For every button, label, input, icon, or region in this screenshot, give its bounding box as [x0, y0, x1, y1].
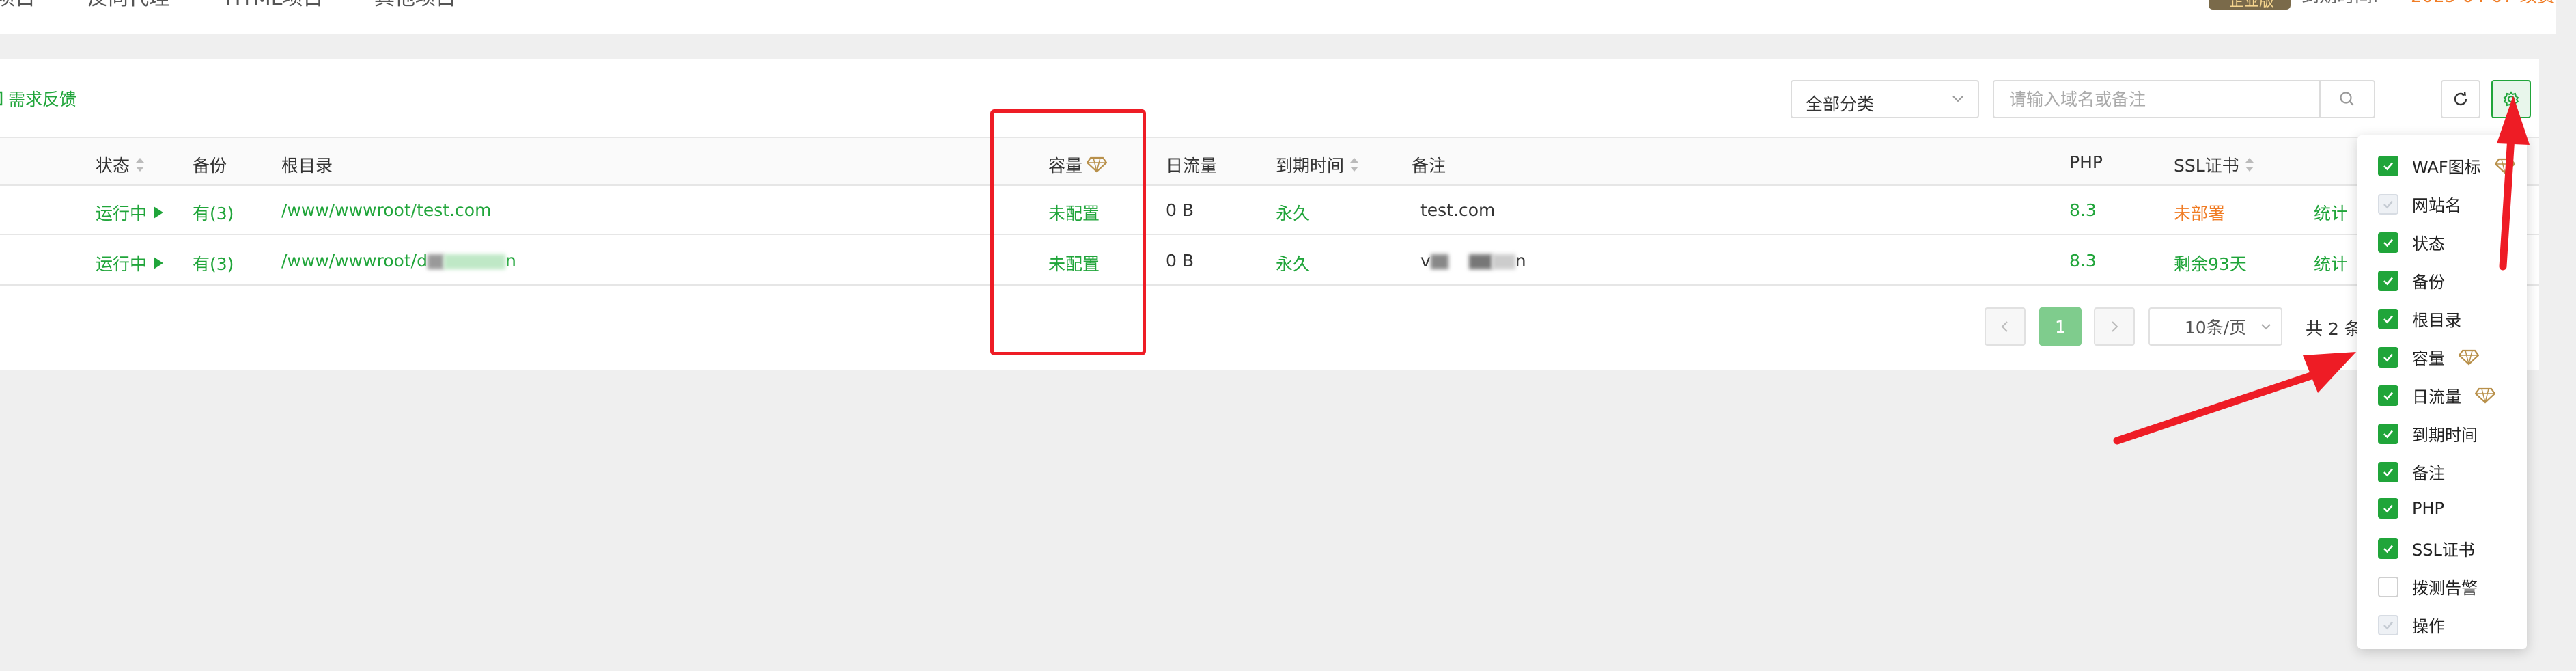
annotation-arrows — [2113, 96, 2530, 445]
